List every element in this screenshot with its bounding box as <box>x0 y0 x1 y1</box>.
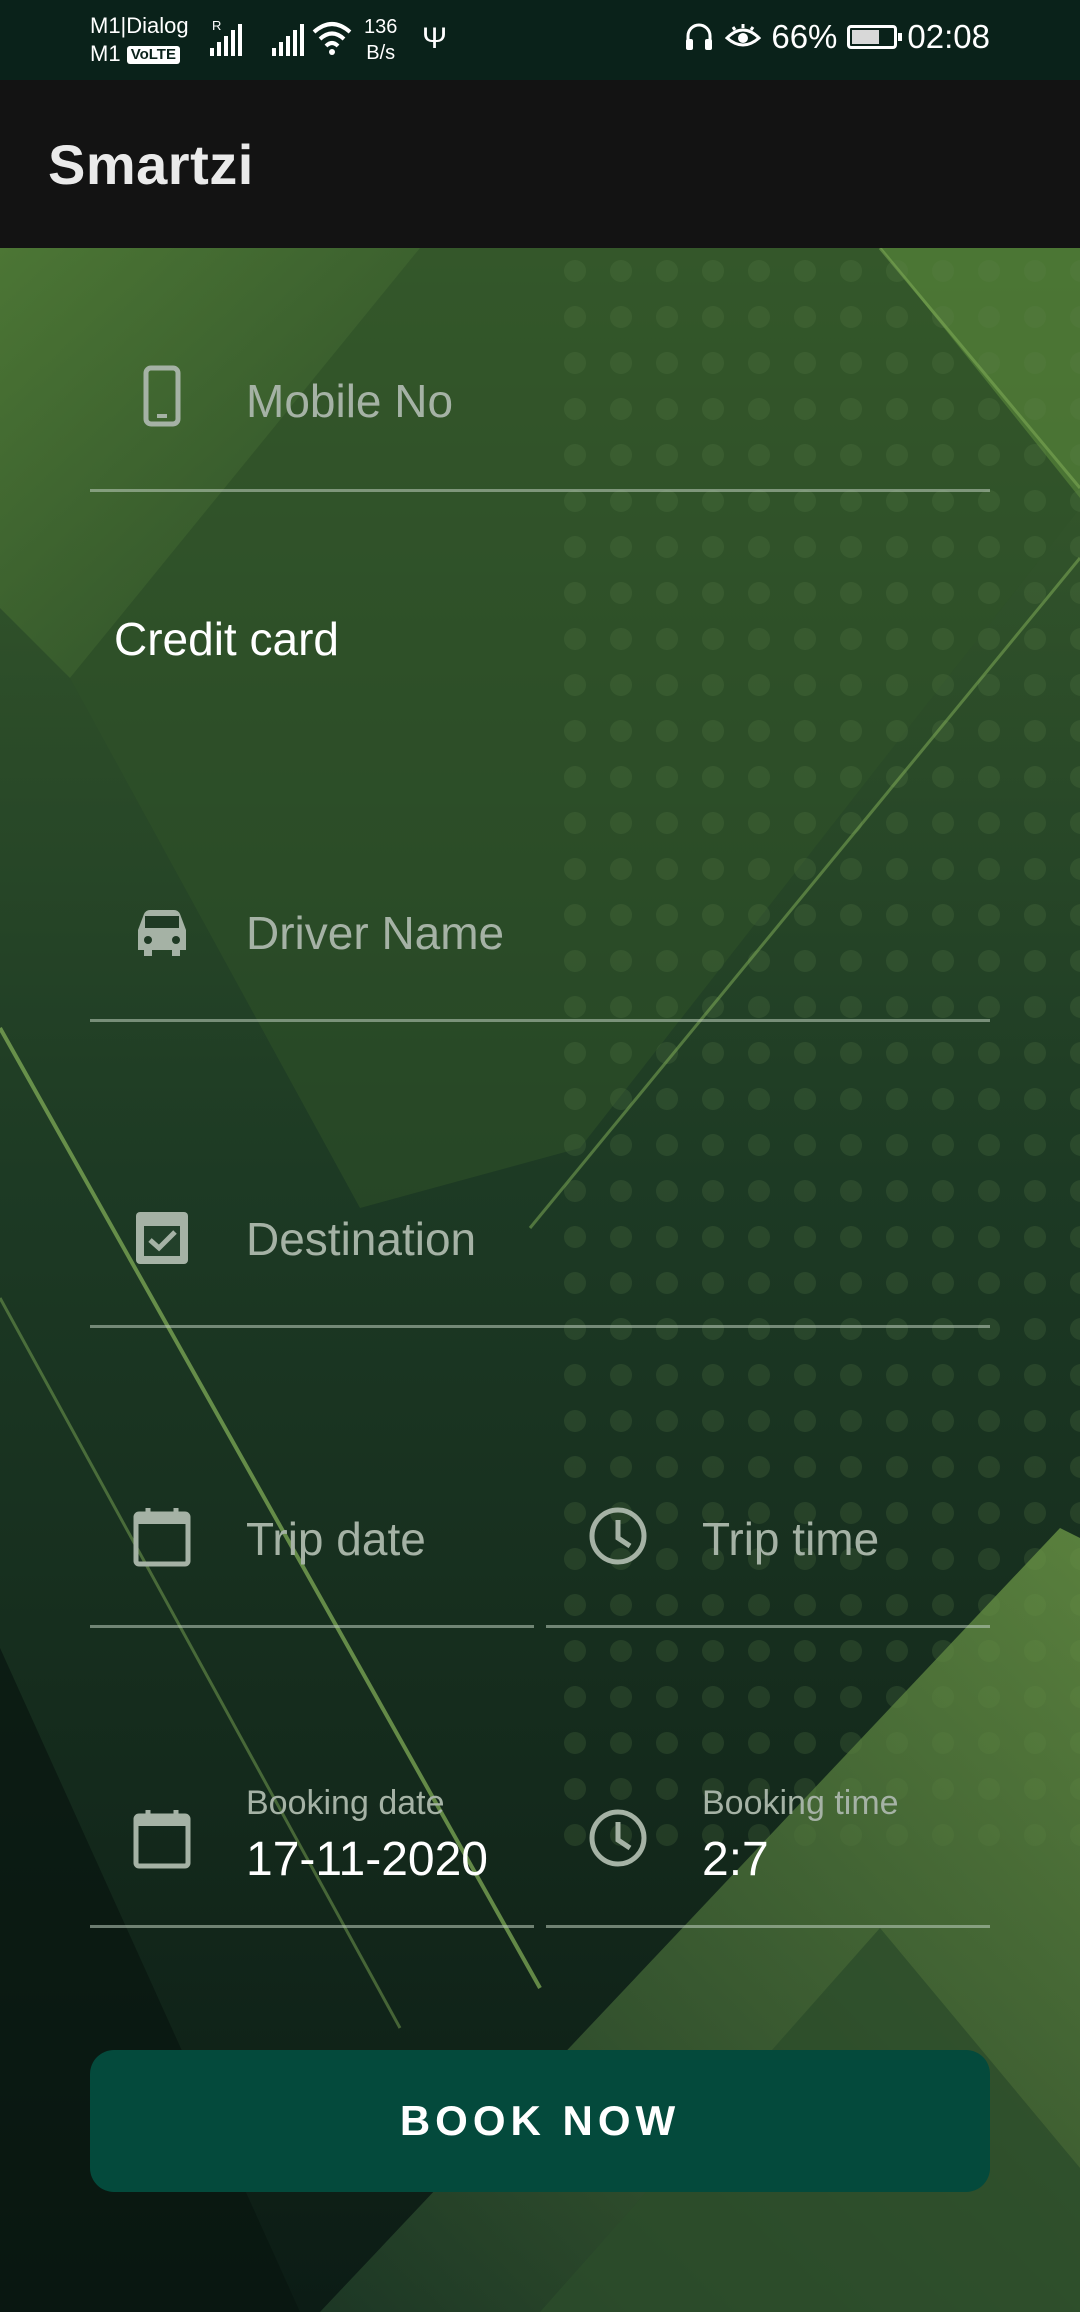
clock-icon <box>589 1809 647 1867</box>
booking-date-field[interactable]: Booking date 17-11-2020 <box>90 1772 534 1928</box>
book-now-button[interactable]: BOOK NOW <box>90 2050 990 2192</box>
trip-time-placeholder: Trip time <box>702 1513 880 1565</box>
clock-icon <box>589 1507 647 1565</box>
speed-unit: B/s <box>366 42 396 64</box>
speed-value: 136 <box>364 16 398 38</box>
signal-icon-2 <box>272 22 304 56</box>
eye-comfort-icon <box>725 24 762 47</box>
mobile-number-placeholder: Mobile No <box>246 375 454 427</box>
booking-date-value: 17-11-2020 <box>246 1833 488 1886</box>
battery-percent: 66% <box>771 18 838 55</box>
carrier-info: M1|Dialog M1 VoLTE <box>90 12 189 68</box>
checkbox-icon <box>136 1212 188 1264</box>
app-title: Smartzi <box>48 133 254 196</box>
booking-time-label: Booking time <box>702 1784 899 1822</box>
booking-date-label: Booking date <box>246 1784 445 1822</box>
carrier-2: M1 <box>90 41 121 66</box>
carrier-1: M1|Dialog <box>90 13 189 38</box>
trip-date-placeholder: Trip date <box>246 1513 426 1565</box>
trip-date-field[interactable]: Trip date <box>90 1474 534 1628</box>
status-bar: M1|Dialog M1 VoLTE R 136 B/s Ψ 66% 02:08 <box>0 0 1080 80</box>
network-speed: 136 B/s <box>364 14 397 66</box>
clock: 02:08 <box>907 18 990 55</box>
destination-field[interactable]: Destination <box>90 1176 990 1328</box>
app-bar: Smartzi <box>0 80 1080 248</box>
trip-time-field[interactable]: Trip time <box>546 1474 990 1628</box>
roaming-indicator: R <box>212 18 222 33</box>
driver-name-field[interactable]: Driver Name <box>90 870 990 1022</box>
phone-icon <box>143 365 181 427</box>
headset-icon <box>686 23 713 50</box>
wifi-icon <box>312 22 352 55</box>
payment-method-label[interactable]: Credit card <box>114 612 339 666</box>
volte-badge: VoLTE <box>126 46 180 65</box>
car-icon <box>138 910 186 956</box>
battery-icon <box>847 25 903 49</box>
booking-time-value: 2:7 <box>702 1833 769 1886</box>
mobile-number-field[interactable]: Mobile No <box>90 340 990 492</box>
calendar-icon <box>133 1508 191 1567</box>
booking-time-field[interactable]: Booking time 2:7 <box>546 1772 990 1928</box>
usb-icon: Ψ <box>422 22 448 55</box>
destination-placeholder: Destination <box>246 1213 477 1265</box>
status-right: 66% 02:08 <box>683 18 990 56</box>
driver-name-placeholder: Driver Name <box>246 907 505 959</box>
calendar-icon <box>133 1810 191 1869</box>
